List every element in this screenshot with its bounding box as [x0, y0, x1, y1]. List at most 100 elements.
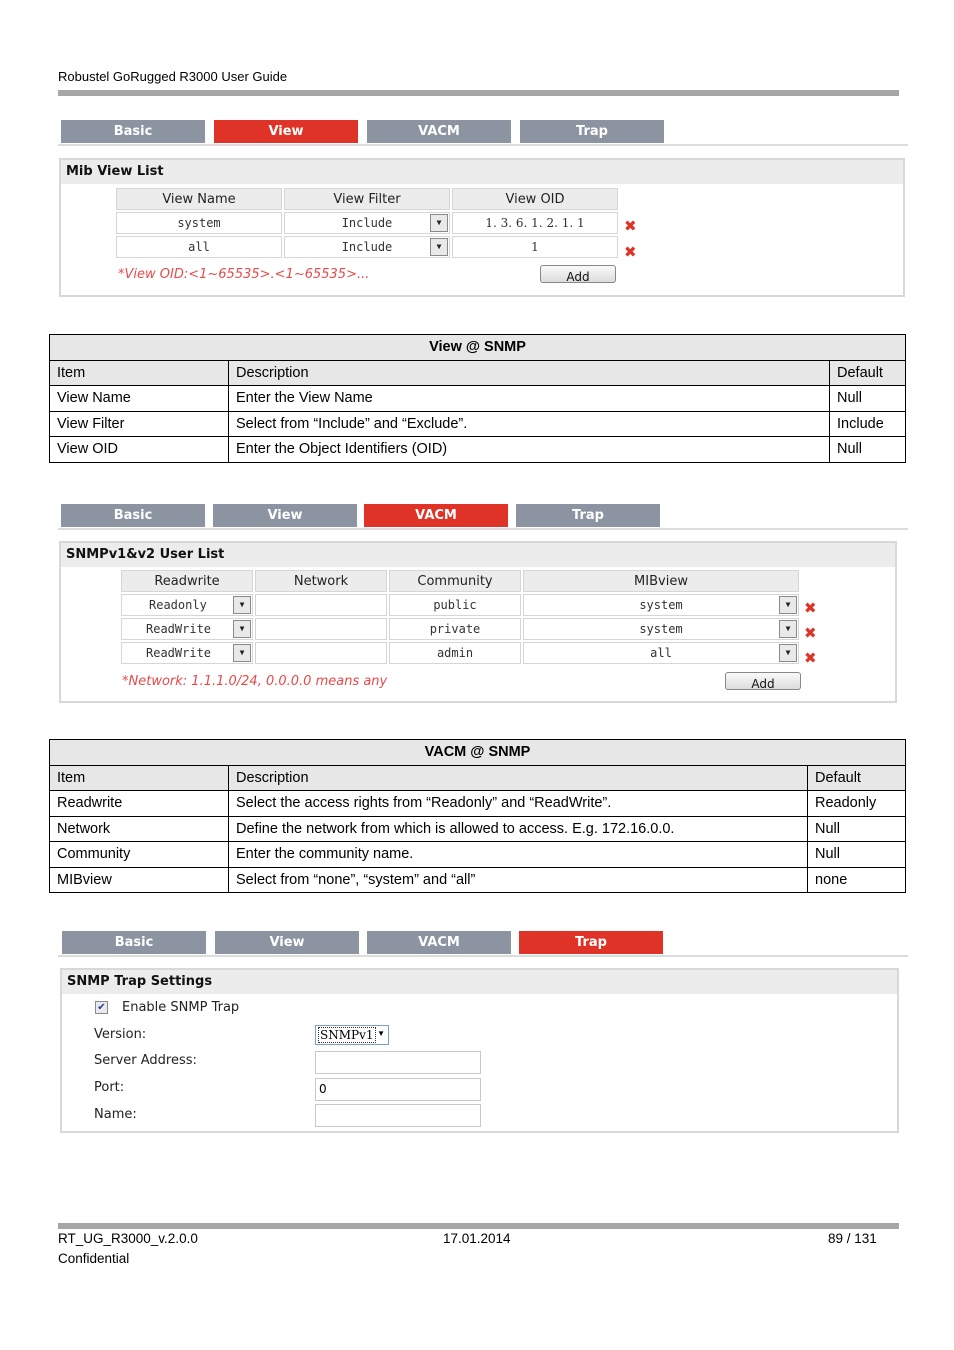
network-input[interactable] [255, 618, 387, 640]
description-cell: Select from “Include” and “Exclude”. [228, 410, 830, 437]
description-cell: Select the access rights from “Readonly”… [228, 790, 808, 817]
header-default: Default [829, 359, 906, 386]
community-input[interactable]: admin [389, 642, 521, 664]
delete-row-icon[interactable]: ✖ [804, 599, 817, 617]
mibview-select[interactable]: all ▼ [523, 642, 799, 664]
description-cell: Select from “none”, “system” and “all” [228, 866, 808, 893]
tab-trap[interactable]: Trap [519, 931, 663, 954]
chevron-down-icon[interactable]: ▼ [430, 214, 448, 232]
table-row: Community Enter the community name. Null [49, 841, 906, 868]
readwrite-value: ReadWrite [146, 646, 212, 660]
chevron-down-icon[interactable]: ▼ [377, 1029, 385, 1038]
default-cell: Include [829, 410, 906, 437]
chevron-down-icon[interactable]: ▼ [779, 596, 797, 614]
table-row: ReadWrite ▼ private system ▼ [121, 618, 799, 640]
item-cell: Readwrite [49, 790, 229, 817]
table-row: system Include ▼ 1. 3. 6. 1. 2. 1. 1 [116, 212, 618, 234]
network-input[interactable] [255, 642, 387, 664]
delete-row-icon[interactable]: ✖ [804, 624, 817, 642]
server-address-label: Server Address: [94, 1053, 197, 1068]
mibview-value: system [639, 622, 683, 636]
vacm-snmp-table: VACM @ SNMP Item Description Default Rea… [49, 739, 906, 893]
table-row: MIBview Select from “none”, “system” and … [49, 866, 906, 893]
add-view-button[interactable]: Add [540, 265, 616, 283]
mibview-select[interactable]: system ▼ [523, 618, 799, 640]
view-name-input[interactable]: system [116, 212, 282, 234]
tab-vacm[interactable]: VACM [367, 120, 511, 143]
name-input[interactable] [315, 1104, 481, 1127]
chevron-down-icon[interactable]: ▼ [779, 620, 797, 638]
readwrite-select[interactable]: ReadWrite ▼ [121, 618, 253, 640]
port-input[interactable]: 0 [315, 1078, 481, 1101]
table-row: all Include ▼ 1 [116, 236, 618, 258]
document-title: Robustel GoRugged R3000 User Guide [58, 69, 288, 84]
view-oid-hint: *View OID:<1~65535>.<1~65535>... [118, 267, 370, 282]
footer-date: 17.01.2014 [443, 1231, 511, 1246]
col-view-filter: View Filter [284, 188, 450, 210]
delete-row-icon[interactable]: ✖ [624, 217, 637, 235]
tab-basic[interactable]: Basic [61, 504, 205, 527]
view-oid-input[interactable]: 1 [452, 236, 618, 258]
readwrite-select[interactable]: ReadWrite ▼ [121, 642, 253, 664]
col-view-oid: View OID [452, 188, 618, 210]
enable-snmp-trap-checkbox[interactable]: ✔ [95, 1001, 108, 1014]
chevron-down-icon[interactable]: ▼ [430, 238, 448, 256]
tab-vacm[interactable]: VACM [367, 931, 511, 954]
header-default: Default [807, 764, 906, 791]
item-cell: View OID [49, 436, 229, 463]
tab-view[interactable]: View [215, 931, 359, 954]
tab-view[interactable]: View [214, 120, 358, 143]
delete-row-icon[interactable]: ✖ [624, 243, 637, 261]
col-community: Community [389, 570, 521, 592]
item-cell: Community [49, 841, 229, 868]
item-cell: View Filter [49, 410, 229, 437]
view-filter-select[interactable]: Include ▼ [284, 212, 450, 234]
tab-trap[interactable]: Trap [520, 120, 664, 143]
header-description: Description [228, 764, 808, 791]
enable-snmp-trap-label: Enable SNMP Trap [122, 1000, 240, 1015]
description-cell: Define the network from which is allowed… [228, 815, 808, 842]
mib-view-table: View Name View Filter View OID system In… [114, 186, 620, 260]
col-view-name: View Name [116, 188, 282, 210]
version-label: Version: [94, 1027, 147, 1042]
table-row: Network Define the network from which is … [49, 815, 906, 842]
panel-title: SNMPv1&v2 User List [61, 543, 895, 567]
version-value: SNMPv1 [318, 1027, 376, 1043]
footer-confidential: Confidential [58, 1251, 130, 1266]
chevron-down-icon[interactable]: ▼ [233, 644, 251, 662]
view-filter-select[interactable]: Include ▼ [284, 236, 450, 258]
readwrite-select[interactable]: Readonly ▼ [121, 594, 253, 616]
delete-row-icon[interactable]: ✖ [804, 649, 817, 667]
table-row: Readwrite Select the access rights from “… [49, 790, 906, 817]
add-user-button[interactable]: Add [725, 672, 801, 690]
server-address-input[interactable] [315, 1051, 481, 1074]
tab-basic[interactable]: Basic [61, 120, 205, 143]
tab-view[interactable]: View [213, 504, 357, 527]
tab-basic[interactable]: Basic [62, 931, 206, 954]
chevron-down-icon[interactable]: ▼ [233, 620, 251, 638]
header-item: Item [49, 764, 229, 791]
network-input[interactable] [255, 594, 387, 616]
view-name-input[interactable]: all [116, 236, 282, 258]
table-row: View Filter Select from “Include” and “Ex… [49, 410, 906, 437]
version-select[interactable]: SNMPv1 ▼ [315, 1025, 389, 1045]
description-cell: Enter the Object Identifiers (OID) [228, 436, 830, 463]
col-network: Network [255, 570, 387, 592]
item-cell: MIBview [49, 866, 229, 893]
community-input[interactable]: private [389, 618, 521, 640]
community-input[interactable]: public [389, 594, 521, 616]
tab-vacm[interactable]: VACM [364, 504, 508, 527]
table-row: ReadWrite ▼ admin all ▼ [121, 642, 799, 664]
chevron-down-icon[interactable]: ▼ [233, 596, 251, 614]
chevron-down-icon[interactable]: ▼ [779, 644, 797, 662]
description-cell: Enter the View Name [228, 385, 830, 412]
mibview-value: all [650, 646, 672, 660]
mibview-select[interactable]: system ▼ [523, 594, 799, 616]
table-row: Readonly ▼ public system ▼ [121, 594, 799, 616]
network-hint: *Network: 1.1.1.0/24, 0.0.0.0 means any [122, 674, 388, 689]
name-label: Name: [94, 1107, 137, 1122]
view-oid-input[interactable]: 1. 3. 6. 1. 2. 1. 1 [452, 212, 618, 234]
tab-trap[interactable]: Trap [516, 504, 660, 527]
default-cell: none [807, 866, 906, 893]
default-cell: Null [807, 841, 906, 868]
